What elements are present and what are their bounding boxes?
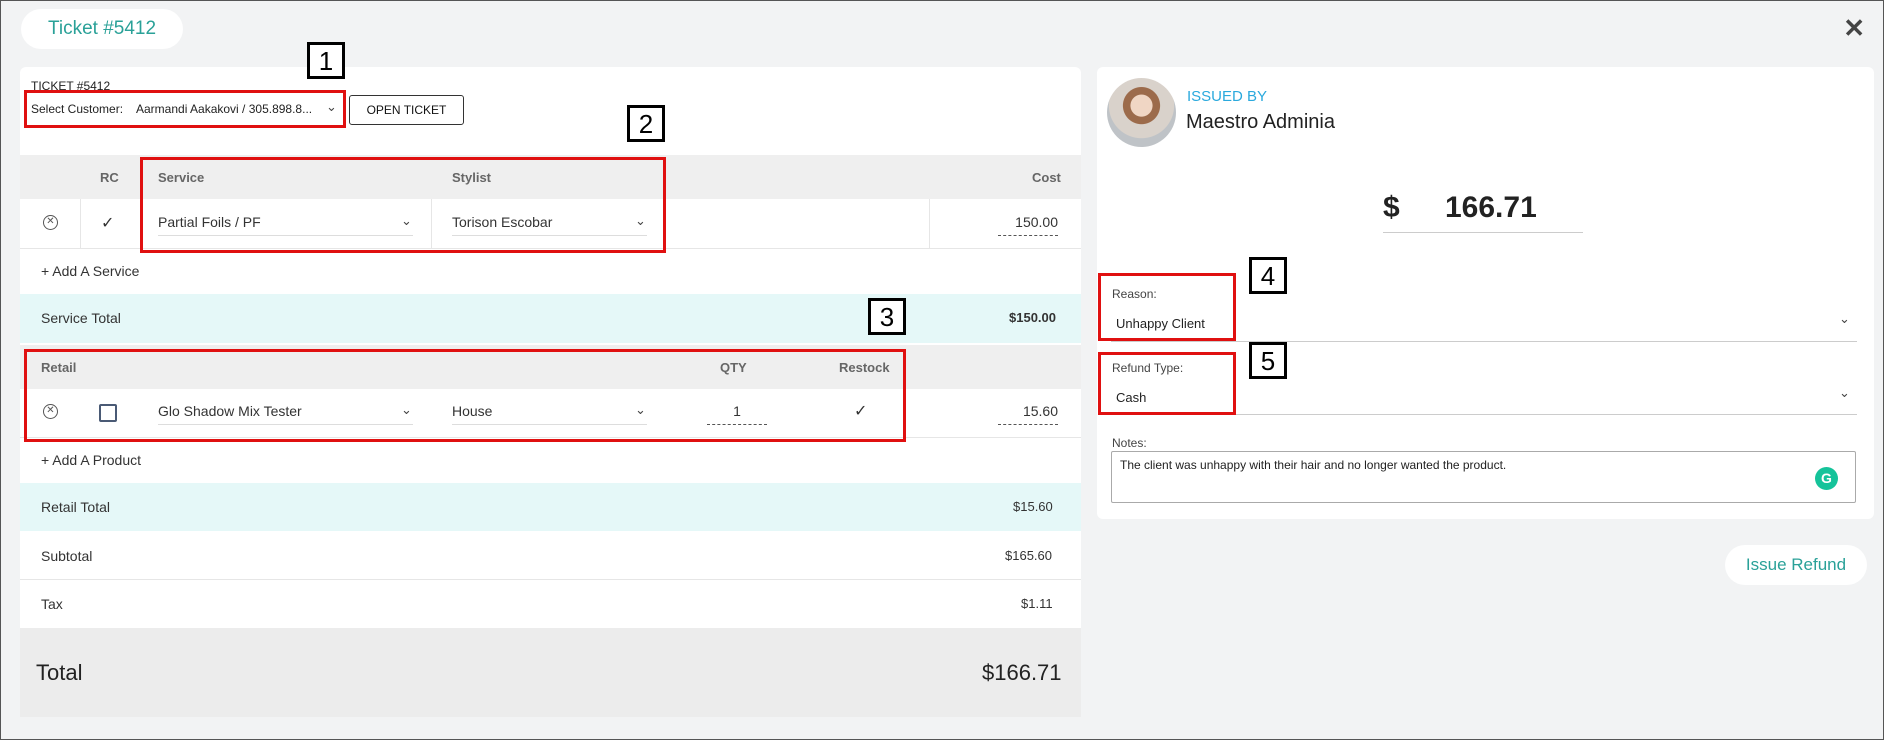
add-service-link[interactable]: + Add A Service xyxy=(41,263,139,279)
retail-total-row xyxy=(20,483,1081,531)
cost-column-header: Cost xyxy=(1032,170,1061,185)
service-total-value: $150.00 xyxy=(1009,310,1056,325)
rc-checkmark-icon[interactable]: ✓ xyxy=(101,213,114,233)
retail-total-value: $15.60 xyxy=(1013,499,1053,514)
service-cost-input[interactable]: 150.00 xyxy=(998,214,1058,236)
annotation-number-1: 1 xyxy=(307,42,345,79)
grand-total-value: $166.71 xyxy=(982,660,1062,685)
row-divider xyxy=(20,579,1081,580)
add-product-link[interactable]: + Add A Product xyxy=(41,452,141,468)
tax-value: $1.11 xyxy=(1021,596,1053,611)
open-ticket-button[interactable]: OPEN TICKET xyxy=(349,95,464,125)
subtotal-value: $165.60 xyxy=(1005,548,1052,563)
issuer-name: Maestro Adminia xyxy=(1186,111,1335,133)
notes-label: Notes: xyxy=(1112,436,1147,450)
refund-amount-value: 166.71 xyxy=(1445,191,1537,224)
annotation-highlight-reason xyxy=(1098,273,1236,341)
retail-total-label: Retail Total xyxy=(41,499,111,515)
refund-amount-field[interactable]: $ 166.71 xyxy=(1383,191,1583,233)
product-cost-input[interactable]: 15.60 xyxy=(998,403,1058,425)
avatar xyxy=(1107,78,1176,147)
issued-by-label: ISSUED BY xyxy=(1187,88,1268,105)
service-total-label: Service Total xyxy=(41,310,121,326)
issue-refund-button[interactable]: Issue Refund xyxy=(1725,545,1867,585)
annotation-highlight-retail xyxy=(24,349,906,442)
annotation-number-4: 4 xyxy=(1249,257,1287,294)
grammarly-icon[interactable]: G xyxy=(1815,467,1838,490)
tax-label: Tax xyxy=(41,596,63,612)
annotation-number-2: 2 xyxy=(627,105,665,142)
grand-total-label: Total xyxy=(36,660,83,685)
annotation-highlight-customer xyxy=(24,90,346,128)
rc-column-header: RC xyxy=(100,170,119,185)
notes-textarea[interactable]: The client was unhappy with their hair a… xyxy=(1111,451,1856,503)
annotation-highlight-service xyxy=(140,157,666,253)
grand-total-row xyxy=(20,628,1081,717)
annotation-highlight-refund-type xyxy=(1098,352,1236,415)
chevron-down-icon[interactable]: ⌄ xyxy=(1839,385,1850,401)
ticket-title-pill: Ticket #5412 xyxy=(21,9,183,49)
close-icon[interactable]: ✕ xyxy=(1843,13,1865,44)
service-total-row xyxy=(20,294,1081,343)
annotation-number-3: 3 xyxy=(868,298,906,335)
annotation-number-5: 5 xyxy=(1249,342,1287,379)
column-divider xyxy=(80,199,81,248)
remove-service-icon[interactable]: ✕ xyxy=(43,215,58,230)
column-divider xyxy=(929,199,930,248)
subtotal-label: Subtotal xyxy=(41,548,93,564)
chevron-down-icon[interactable]: ⌄ xyxy=(1839,311,1850,327)
reason-underline xyxy=(1111,341,1857,342)
currency-symbol: $ xyxy=(1383,191,1400,224)
